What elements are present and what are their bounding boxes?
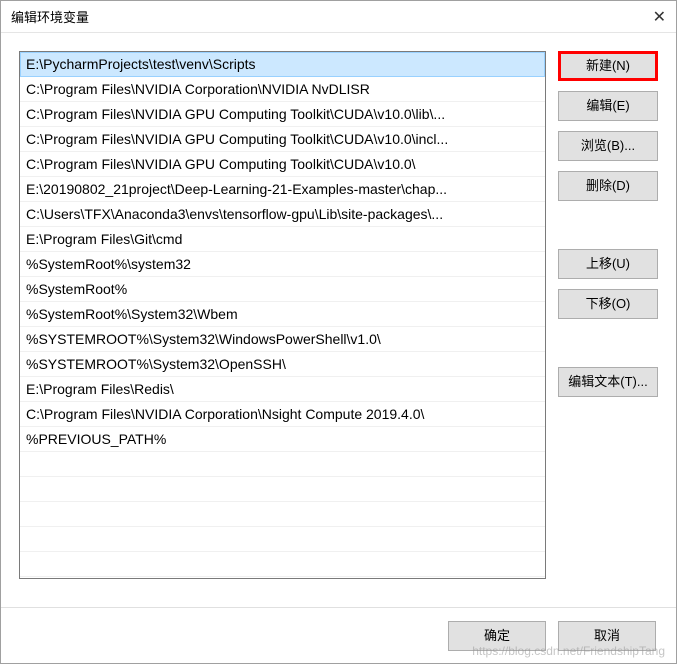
list-item-empty (20, 527, 545, 552)
list-item[interactable]: %SYSTEMROOT%\System32\OpenSSH\ (20, 352, 545, 377)
new-button[interactable]: 新建(N) (558, 51, 658, 81)
list-item[interactable]: C:\Users\TFX\Anaconda3\envs\tensorflow-g… (20, 202, 545, 227)
list-item[interactable]: E:\PycharmProjects\test\venv\Scripts (20, 52, 545, 77)
list-item[interactable]: C:\Program Files\NVIDIA GPU Computing To… (20, 102, 545, 127)
list-item-empty (20, 452, 545, 477)
list-item[interactable]: %PREVIOUS_PATH% (20, 427, 545, 452)
footer: 确定 取消 (1, 607, 676, 663)
button-sidebar: 新建(N) 编辑(E) 浏览(B)... 删除(D) 上移(U) 下移(O) 编… (558, 51, 658, 589)
list-item-empty (20, 552, 545, 577)
moveup-button[interactable]: 上移(U) (558, 249, 658, 279)
edittext-button[interactable]: 编辑文本(T)... (558, 367, 658, 397)
list-item-empty (20, 477, 545, 502)
list-item[interactable]: E:\20190802_21project\Deep-Learning-21-E… (20, 177, 545, 202)
list-item[interactable]: E:\Program Files\Git\cmd (20, 227, 545, 252)
movedown-button[interactable]: 下移(O) (558, 289, 658, 319)
cancel-button[interactable]: 取消 (558, 621, 656, 651)
path-list[interactable]: E:\PycharmProjects\test\venv\ScriptsC:\P… (19, 51, 546, 579)
delete-button[interactable]: 删除(D) (558, 171, 658, 201)
list-item[interactable]: C:\Program Files\NVIDIA Corporation\NVID… (20, 77, 545, 102)
list-item[interactable]: %SYSTEMROOT%\System32\WindowsPowerShell\… (20, 327, 545, 352)
content-area: E:\PycharmProjects\test\venv\ScriptsC:\P… (1, 33, 676, 607)
spacer (558, 211, 658, 239)
spacer (558, 329, 658, 357)
dialog-window: 编辑环境变量 ✕ E:\PycharmProjects\test\venv\Sc… (0, 0, 677, 664)
close-icon[interactable]: ✕ (634, 7, 666, 27)
list-item[interactable]: C:\Program Files\NVIDIA GPU Computing To… (20, 152, 545, 177)
list-item[interactable]: %SystemRoot% (20, 277, 545, 302)
window-title: 编辑环境变量 (11, 7, 89, 26)
list-item[interactable]: %SystemRoot%\system32 (20, 252, 545, 277)
list-item[interactable]: E:\Program Files\Redis\ (20, 377, 545, 402)
list-item[interactable]: C:\Program Files\NVIDIA GPU Computing To… (20, 127, 545, 152)
list-item-empty (20, 502, 545, 527)
edit-button[interactable]: 编辑(E) (558, 91, 658, 121)
ok-button[interactable]: 确定 (448, 621, 546, 651)
list-item[interactable]: %SystemRoot%\System32\Wbem (20, 302, 545, 327)
browse-button[interactable]: 浏览(B)... (558, 131, 658, 161)
list-item[interactable]: C:\Program Files\NVIDIA Corporation\Nsig… (20, 402, 545, 427)
titlebar: 编辑环境变量 ✕ (1, 1, 676, 33)
